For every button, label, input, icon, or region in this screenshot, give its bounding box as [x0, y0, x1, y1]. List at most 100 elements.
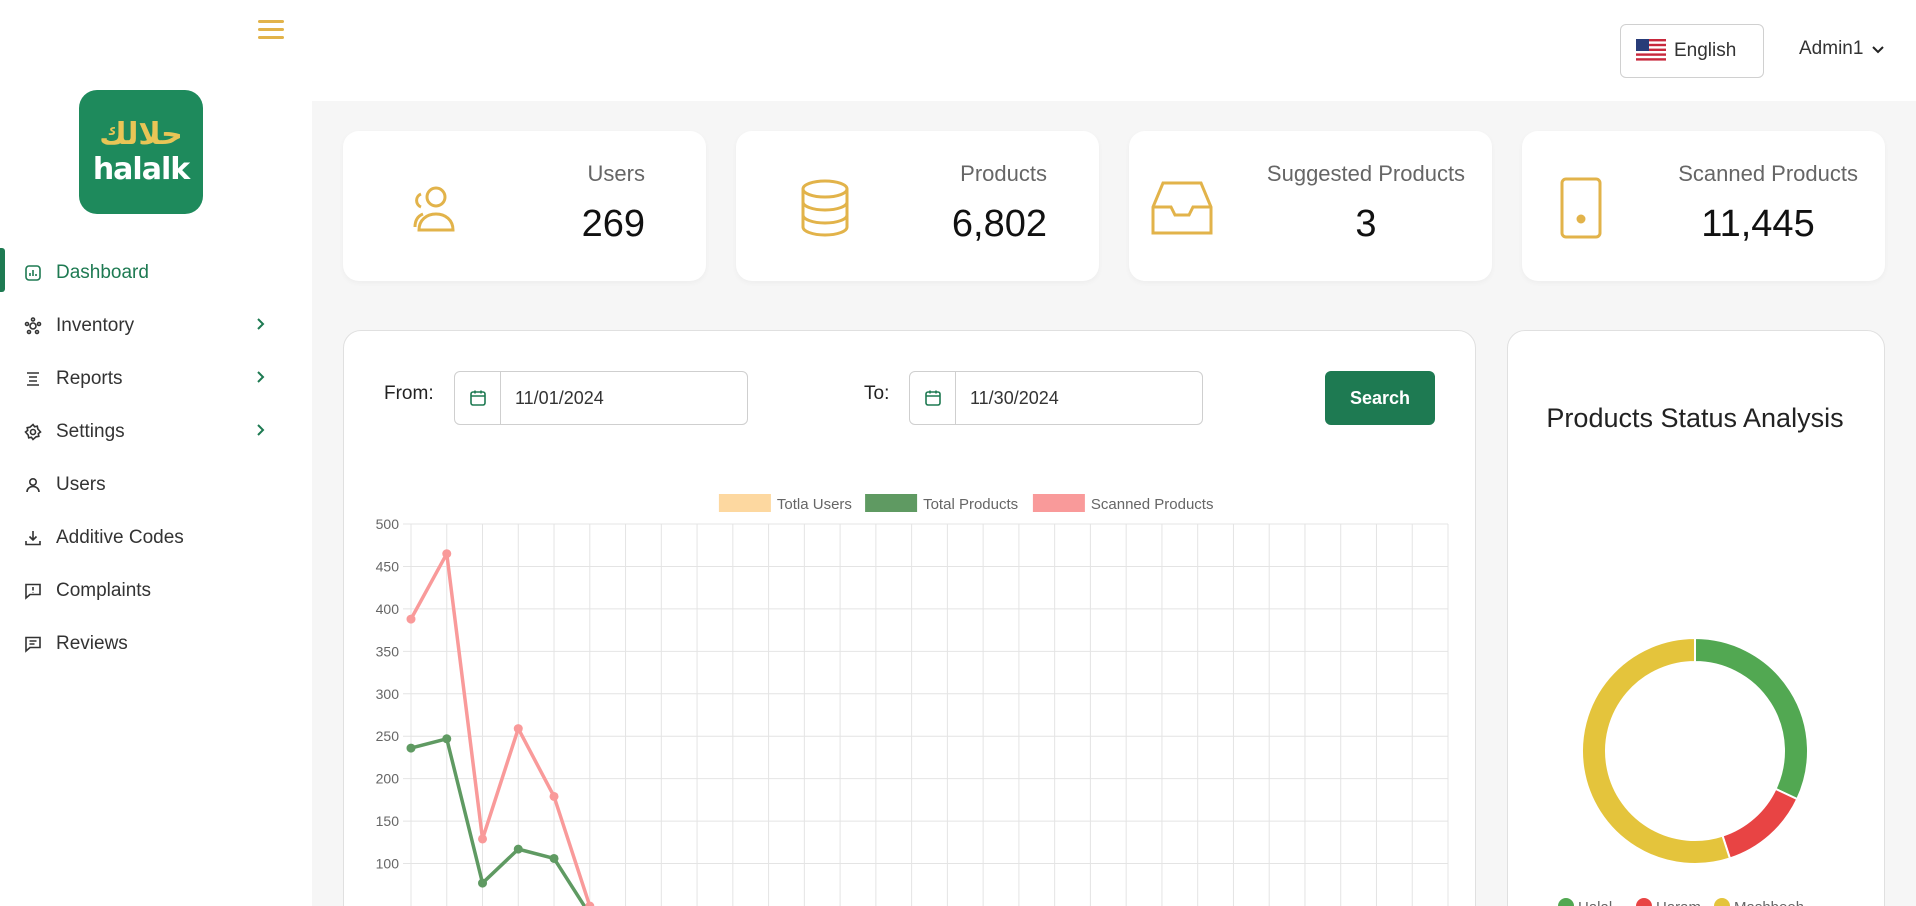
legend-label: Mashbooh: [1734, 899, 1804, 906]
calendar-icon: [924, 390, 941, 406]
legend-item: Scanned Products: [1032, 494, 1214, 513]
sidebar-item-label: Complaints: [56, 579, 152, 601]
chevron-down-icon: [1872, 46, 1885, 54]
sidebar-item-complaints[interactable]: Complaints: [0, 564, 312, 617]
y-tick-label: 400: [376, 601, 400, 617]
y-tick-label: 100: [376, 856, 400, 872]
legend-swatch: [1558, 898, 1574, 906]
sidebar-item-reviews[interactable]: Reviews: [0, 617, 312, 670]
sidebar: حلالك halalk Dashboard Inventory Reports: [0, 0, 312, 906]
user-name: Admin1: [1799, 38, 1864, 59]
data-point: [549, 791, 559, 801]
legend-swatch: [865, 494, 918, 512]
slice-mashbooh: [1581, 636, 1732, 865]
search-button[interactable]: Search: [1325, 371, 1435, 425]
chevron-right-icon: [257, 424, 265, 436]
data-point: [513, 724, 523, 734]
to-label: To:: [864, 383, 890, 404]
donut-chart: Halal Haram Mashbooh: [1558, 636, 1809, 906]
y-tick-label: 250: [376, 728, 400, 744]
logo-arabic-text: حلالك: [99, 117, 183, 152]
data-point: [549, 853, 559, 863]
legend-item: Total Products: [865, 494, 1018, 513]
sidebar-item-reports[interactable]: Reports: [0, 352, 312, 405]
stat-value: 269: [581, 203, 645, 245]
legend-label: Halal: [1578, 899, 1612, 906]
from-label: From:: [384, 383, 434, 404]
legend-label: Total Products: [923, 496, 1018, 513]
user-menu[interactable]: Admin1: [1799, 38, 1885, 60]
data-point: [478, 834, 488, 844]
sidebar-item-inventory[interactable]: Inventory: [0, 299, 312, 352]
to-date-input[interactable]: [956, 372, 1202, 424]
sidebar-item-label: Settings: [56, 420, 125, 442]
data-point: [478, 878, 488, 888]
legend-item: Totla Users: [718, 494, 852, 513]
complaint-icon: [24, 582, 42, 600]
sidebar-nav: Dashboard Inventory Reports Settings Use…: [0, 246, 312, 670]
stat-label: Suggested Products: [1266, 161, 1466, 186]
data-point: [442, 734, 452, 744]
stat-card-scanned-products: Scanned Products 11,445: [1522, 131, 1885, 281]
legend-label: Totla Users: [777, 496, 852, 513]
sidebar-item-label: Dashboard: [56, 261, 149, 283]
reports-icon: [24, 370, 42, 388]
review-icon: [24, 635, 42, 653]
stat-card-suggested-products: Suggested Products 3: [1129, 131, 1492, 281]
user-icon: [24, 476, 42, 494]
brand-logo: حلالك halalk: [79, 90, 203, 214]
y-tick-label: 300: [376, 686, 400, 702]
calendar-button[interactable]: [910, 372, 956, 424]
inventory-icon: [24, 316, 42, 335]
legend-label: Scanned Products: [1091, 496, 1214, 513]
stat-label: Products: [960, 161, 1047, 186]
slice-haram: [1721, 787, 1799, 860]
sidebar-item-label: Additive Codes: [56, 526, 184, 548]
dashboard-icon: [24, 264, 42, 282]
sidebar-item-label: Reviews: [56, 632, 128, 654]
stat-value: 6,802: [951, 203, 1047, 245]
chevron-right-icon: [257, 318, 265, 330]
from-date-picker: [454, 371, 748, 425]
stat-value: 11,445: [1701, 203, 1815, 245]
stat-card-users: Users 269: [343, 131, 706, 281]
database-icon: [801, 179, 849, 237]
slice-halal: [1694, 636, 1809, 801]
chevron-right-icon: [257, 371, 265, 383]
calendar-button[interactable]: [455, 372, 501, 424]
to-date-picker: [909, 371, 1203, 425]
stat-card-products: Products 6,802: [736, 131, 1099, 281]
legend-item: Haram: [1636, 898, 1701, 906]
sidebar-item-label: Reports: [56, 367, 123, 389]
y-tick-label: 350: [376, 643, 400, 659]
legend-item: Halal: [1558, 898, 1612, 906]
y-tick-label: 200: [376, 771, 400, 787]
series-line: [409, 551, 592, 906]
line-chart: 100 150 200 250 300 350 400 450 500 Totla Users To…: [376, 494, 1449, 906]
legend-swatch: [1636, 898, 1652, 906]
gear-icon: [24, 422, 42, 441]
y-tick-label: 150: [376, 813, 400, 829]
sidebar-item-dashboard[interactable]: Dashboard: [0, 246, 312, 299]
stat-label: Users: [587, 161, 645, 186]
language-selector[interactable]: English: [1620, 24, 1764, 78]
legend-swatch: [718, 494, 771, 512]
users-icon: [413, 186, 455, 232]
calendar-icon: [469, 390, 486, 406]
series-scanned-products: [406, 549, 595, 906]
sidebar-item-settings[interactable]: Settings: [0, 405, 312, 458]
legend-item: Mashbooh: [1714, 898, 1804, 906]
us-flag-icon: [1636, 39, 1666, 63]
stat-label: Scanned Products: [1678, 161, 1858, 186]
sidebar-item-users[interactable]: Users: [0, 458, 312, 511]
y-tick-label: 450: [376, 558, 400, 574]
phone-icon: [1560, 177, 1602, 239]
data-point: [585, 901, 595, 906]
stat-value: 3: [1355, 203, 1377, 245]
from-date-input[interactable]: [501, 372, 747, 424]
download-icon: [24, 529, 42, 547]
hamburger-menu-icon[interactable]: [258, 20, 284, 42]
sidebar-item-additive-codes[interactable]: Additive Codes: [0, 511, 312, 564]
legend-label: Haram: [1656, 899, 1701, 906]
data-point: [513, 844, 523, 854]
